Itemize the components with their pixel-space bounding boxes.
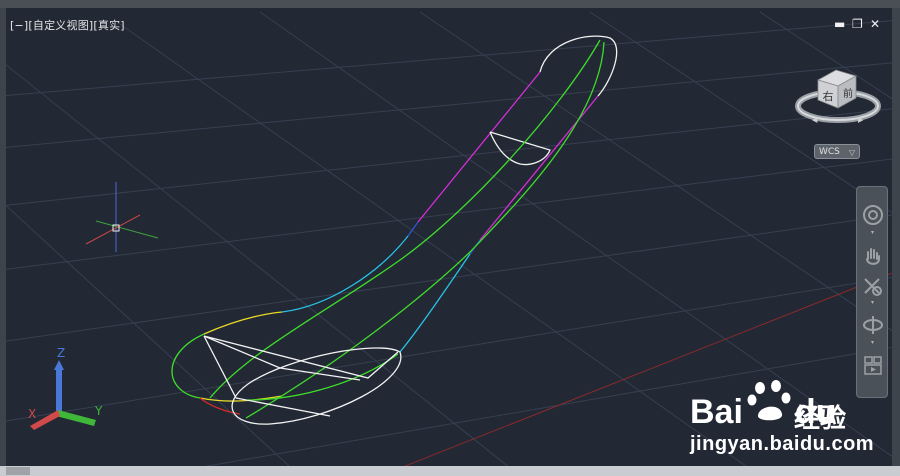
chevron-down-icon[interactable]: ▾	[871, 230, 875, 236]
top-border	[0, 0, 900, 8]
ucs-icon	[30, 360, 96, 430]
steering-wheel-icon[interactable]	[861, 203, 885, 227]
zoom-extents-icon[interactable]	[861, 275, 885, 299]
left-border	[0, 8, 6, 468]
spoon-model[interactable]	[171, 35, 618, 425]
viewport-controls-label[interactable]: [−][自定义视图][真实]	[10, 17, 125, 33]
viewcube-face-front: 前	[843, 87, 853, 100]
right-border	[892, 8, 900, 468]
handle-edge-left	[417, 71, 541, 223]
svg-text:◀: ◀	[812, 116, 818, 124]
chevron-down-icon: ▽	[848, 148, 855, 157]
orbit-icon[interactable]	[861, 313, 885, 337]
showmotion-icon[interactable]	[861, 353, 885, 377]
ucs-axis-x: X	[28, 407, 37, 421]
navigation-bar: ▾ ▾ ▾	[856, 186, 888, 398]
wcs-menu[interactable]: WCS ▽	[814, 144, 860, 159]
close-button[interactable]: ✕	[870, 17, 880, 31]
viewcube[interactable]: 右 前 ◀ ▶	[795, 69, 881, 124]
chevron-down-icon[interactable]: ▾	[871, 340, 875, 346]
pan-hand-icon[interactable]	[861, 245, 885, 269]
neck-edge-right	[399, 253, 471, 353]
drawing-viewport[interactable]: 右 前 ◀ ▶ [−][自定义视图][真实] ▬ ❐ ✕ Z Y X WCS ▽…	[0, 0, 900, 476]
layout-tab-bar	[0, 466, 900, 476]
minimize-button[interactable]: ▬	[834, 17, 845, 31]
ucs-axis-z: Z	[57, 346, 66, 360]
restore-button[interactable]: ❐	[852, 17, 863, 31]
layout-tab[interactable]	[6, 467, 30, 475]
wcs-label: WCS	[819, 147, 840, 157]
jingyan-label: 经验	[794, 404, 847, 434]
viewcube-face-right: 右	[823, 89, 834, 103]
chevron-down-icon[interactable]: ▾	[871, 300, 875, 306]
bowl-outline	[171, 333, 205, 399]
bowl-ellipse	[231, 347, 402, 425]
svg-text:▶: ▶	[858, 116, 864, 124]
baidu-brand-left: Bai	[690, 393, 743, 431]
bowl-rim-top	[203, 311, 283, 335]
ucs-axis-y: Y	[95, 404, 103, 418]
watermark-url: jingyan.baidu.com	[690, 433, 875, 455]
